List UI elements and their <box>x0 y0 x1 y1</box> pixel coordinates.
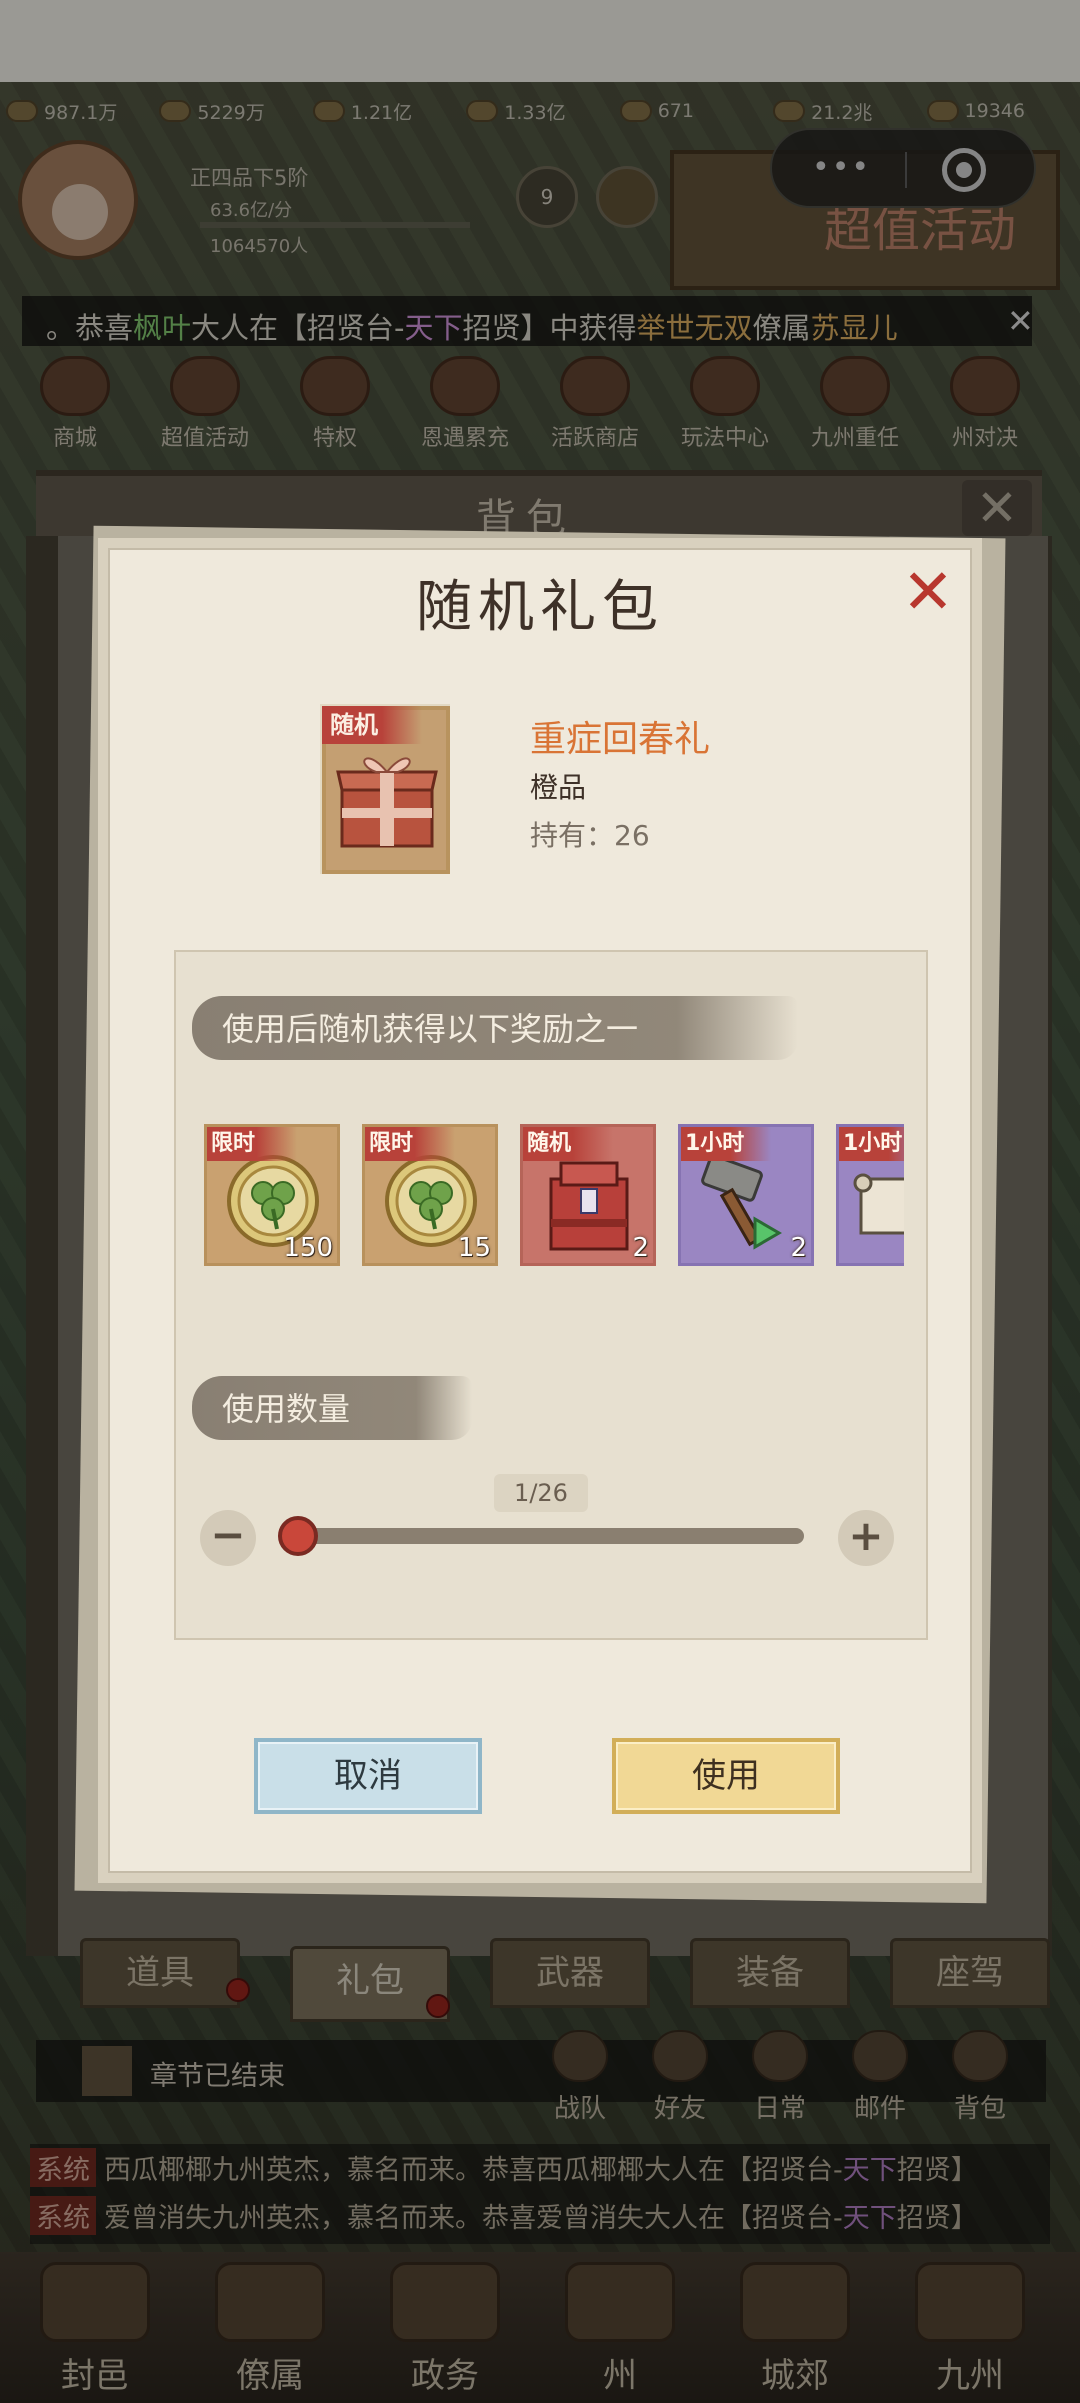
close-icon[interactable]: ✕ <box>898 561 958 624</box>
reward-count: 2 <box>632 1233 649 1263</box>
reward-tag: 1小时 <box>839 1127 904 1161</box>
gift-box-icon <box>549 1161 629 1251</box>
gift-box-icon <box>336 742 438 858</box>
reward-item[interactable]: 限时 150 <box>204 1124 340 1266</box>
random-badge: 随机 <box>322 706 422 744</box>
cancel-button[interactable]: 取消 <box>254 1738 482 1814</box>
dialog-title: 随机礼包 <box>416 575 664 640</box>
reward-tag: 随机 <box>523 1127 613 1161</box>
hammer-speedup-icon <box>701 1154 782 1250</box>
decrease-button[interactable]: − <box>200 1510 256 1566</box>
reward-item[interactable]: 1小时 2 <box>678 1124 814 1266</box>
item-name: 重症回春礼 <box>530 719 711 760</box>
reward-count: 15 <box>457 1233 491 1263</box>
reward-item[interactable]: 1小时 <box>836 1124 904 1266</box>
item-quality: 橙品 <box>530 771 587 804</box>
quantity-header: 使用数量 <box>222 1390 351 1428</box>
reward-tag: 1小时 <box>681 1127 771 1161</box>
reward-tag: 限时 <box>207 1127 297 1161</box>
status-bar <box>0 0 1080 82</box>
item-owned-count: 持有：26 <box>530 819 650 852</box>
reward-tag: 限时 <box>365 1127 455 1161</box>
reward-list[interactable]: 限时 150 限时 15 随机 2 1小时 2 1小时 <box>204 1124 904 1274</box>
reward-count: 2 <box>790 1233 807 1263</box>
quantity-value: 1/26 <box>494 1474 588 1512</box>
random-gift-dialog: 随机礼包 ✕ 随机 重症回春礼 橙品 持有：26 使用后随机获得以下奖励之一 限… <box>98 538 982 1883</box>
quantity-slider[interactable] <box>294 1528 804 1544</box>
scroll-icon <box>853 1173 904 1235</box>
reward-item[interactable]: 随机 2 <box>520 1124 656 1266</box>
slider-handle[interactable] <box>278 1516 318 1556</box>
reward-count: 150 <box>283 1233 333 1263</box>
increase-button[interactable]: + <box>838 1510 894 1566</box>
use-button[interactable]: 使用 <box>612 1738 840 1814</box>
reward-item[interactable]: 限时 15 <box>362 1124 498 1266</box>
rewards-header: 使用后随机获得以下奖励之一 <box>222 1010 639 1048</box>
